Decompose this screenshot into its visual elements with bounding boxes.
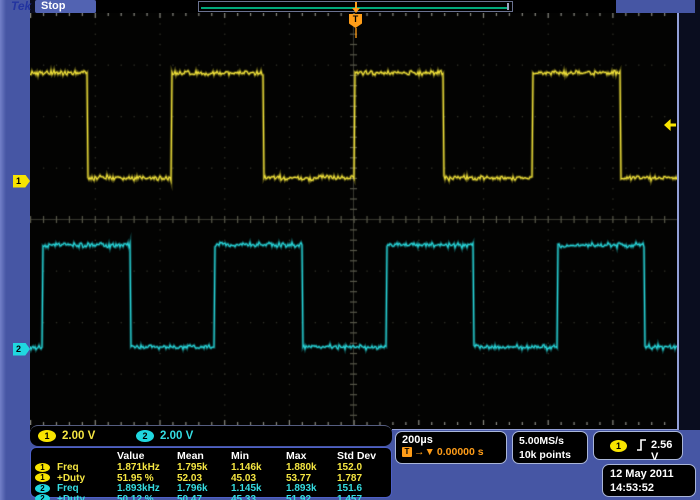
- tek-logo: Tek: [11, 0, 31, 13]
- right-dark-strip: [679, 13, 700, 430]
- trigger-position-flag-tail: [355, 28, 357, 38]
- trigger-position-arrows-icon: →▼: [414, 446, 435, 458]
- table-row: 2 +Duty 50.12 % 50.47 45.33 51.92 1.457: [31, 494, 391, 500]
- acquisition-settings-box: 5.00MS/s 10k points: [512, 431, 588, 464]
- record-view-bar[interactable]: [198, 1, 513, 12]
- datetime-box: 12 May 2011 14:53:52: [602, 464, 696, 497]
- ch2-badge: 2: [35, 484, 50, 493]
- ch2-badge: 2: [136, 430, 154, 442]
- screen-border-right: [677, 13, 679, 430]
- trigger-level-value: 2.56 V: [651, 439, 682, 463]
- top-right-bezel: [616, 0, 695, 13]
- ch1-scale-readout: 2.00 V: [62, 430, 95, 442]
- record-length: 10k points: [519, 448, 587, 462]
- col-header-mean: Mean: [177, 450, 204, 462]
- col-header-max: Max: [286, 450, 306, 462]
- table-row: 1 +Duty 51.95 % 52.03 45.03 53.77 1.787: [31, 473, 391, 483]
- col-header-std: Std Dev: [337, 450, 376, 462]
- table-row: 1 Freq 1.871kHz 1.795k 1.146k 1.880k 152…: [31, 462, 391, 472]
- ch2-scale-readout: 2.00 V: [160, 430, 193, 442]
- corner-dark: [695, 0, 700, 13]
- trigger-position-value: 0.00000 s: [437, 446, 484, 458]
- horizontal-scale: 200µs: [402, 434, 506, 446]
- col-header-value: Value: [117, 450, 144, 462]
- ch1-badge: 1: [35, 473, 50, 482]
- record-window-bracket: [507, 3, 509, 10]
- trigger-source-badge: 1: [610, 440, 627, 452]
- rising-edge-icon: [636, 438, 648, 452]
- trigger-t-icon: T: [402, 447, 412, 457]
- trigger-position-arrow-icon: [352, 8, 360, 13]
- horizontal-settings-box: 200µs T→▼0.00000 s: [395, 431, 507, 464]
- channel-scale-readout-bar: 1 2.00 V 2 2.00 V: [30, 425, 392, 446]
- time-label: 14:53:52: [610, 481, 695, 495]
- ch1-badge: 1: [38, 430, 56, 442]
- acquisition-status-button[interactable]: Stop: [35, 0, 96, 13]
- date-label: 12 May 2011: [610, 467, 695, 481]
- col-header-min: Min: [231, 450, 249, 462]
- table-row: 2 Freq 1.893kHz 1.796k 1.145k 1.893k 151…: [31, 483, 391, 493]
- graticule-waveform-canvas: [30, 13, 677, 425]
- measurement-table: Value Mean Min Max Std Dev 1 Freq 1.871k…: [30, 447, 392, 498]
- ch1-badge: 1: [35, 463, 50, 472]
- ch2-badge: 2: [35, 494, 50, 500]
- trigger-settings-box: 1 2.56 V: [593, 431, 683, 460]
- sample-rate: 5.00MS/s: [519, 434, 587, 448]
- left-bezel: [0, 0, 30, 500]
